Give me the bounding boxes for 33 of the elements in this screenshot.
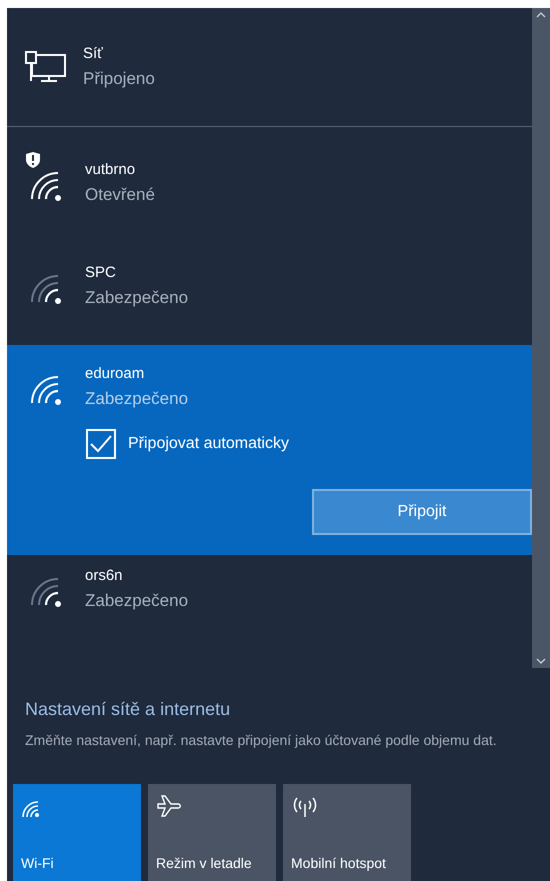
network-status: Zabezpečeno: [85, 590, 188, 612]
network-status: Zabezpečeno: [85, 388, 188, 410]
wifi-icon: [29, 375, 63, 405]
quick-action-tile[interactable]: Wi-Fi: [13, 784, 141, 881]
hotspot-icon: [291, 796, 319, 818]
wifi-icon: [29, 577, 63, 607]
network-name: SPC: [85, 263, 117, 283]
network-status: Otevřené: [85, 184, 155, 206]
network-status: Zabezpečeno: [85, 286, 188, 308]
connect-button[interactable]: Připojit: [312, 489, 532, 535]
settings-description: Změňte nastavení, např. nastavte připojení jako účtované podle objemu dat.: [25, 731, 498, 750]
wifi-icon: [29, 171, 63, 201]
computer-icon: [25, 51, 67, 83]
network-name: ors6n: [85, 566, 124, 586]
network-item[interactable]: ors6n Zabezpečeno: [7, 555, 532, 645]
wifi-icon: [21, 800, 41, 818]
network-name: eduroam: [85, 364, 146, 384]
checkbox[interactable]: [86, 429, 116, 459]
network-name: vutbrno: [85, 160, 136, 180]
scroll-up-icon[interactable]: [536, 12, 546, 18]
settings-link[interactable]: Nastavení sítě a internetu: [25, 696, 230, 723]
checkbox-label: Připojovat automaticky: [128, 434, 289, 454]
scrollbar[interactable]: [532, 8, 550, 668]
network-item[interactable]: SPC Zabezpečeno: [7, 240, 532, 345]
scroll-down-icon[interactable]: [536, 658, 546, 664]
quick-action-tile[interactable]: Mobilní hotspot: [283, 784, 411, 881]
network-name: Síť: [83, 44, 104, 64]
network-status: Připojeno: [83, 68, 155, 90]
network-item[interactable]: vutbrno Otevřené: [7, 127, 532, 240]
quick-action-tile[interactable]: Režim v letadle: [148, 784, 276, 881]
network-item[interactable]: eduroam Zabezpečeno Připojovat automaticky Připojit: [7, 345, 532, 555]
airplane-icon: [156, 794, 182, 818]
wifi-icon: [29, 274, 63, 304]
